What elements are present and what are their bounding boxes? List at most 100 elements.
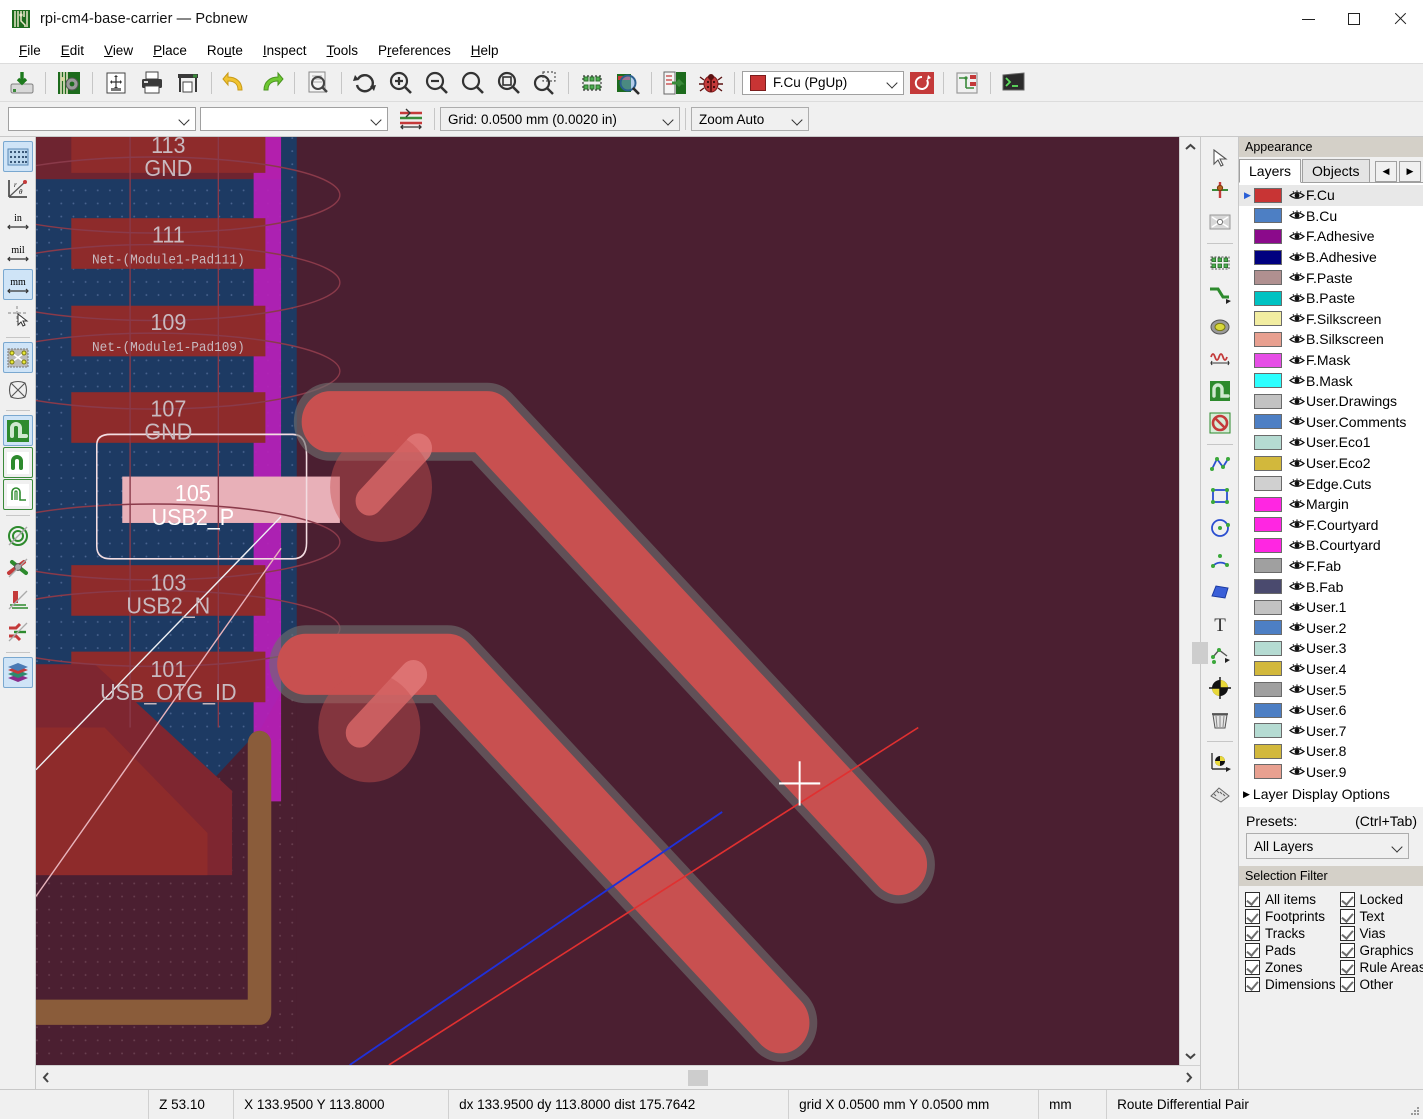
layer-color-swatch[interactable] (1254, 764, 1282, 780)
menu-route[interactable]: Route (197, 41, 253, 60)
menu-edit[interactable]: Edit (51, 41, 94, 60)
units-millimeters-icon[interactable]: mm (2, 269, 33, 300)
add-filled-zone-icon[interactable] (1205, 376, 1235, 406)
layer-expand-icon[interactable]: ▶ (1241, 190, 1254, 201)
pad-sketch-mode-icon[interactable] (3, 552, 33, 583)
filter-item-locked[interactable]: Locked (1339, 892, 1423, 908)
layer-row-user-7[interactable]: User.7 (1239, 720, 1423, 741)
layer-row-user-3[interactable]: User.3 (1239, 638, 1423, 659)
add-keepout-zone-icon[interactable] (1205, 408, 1235, 438)
layer-color-swatch[interactable] (1254, 249, 1282, 265)
layer-row-user-4[interactable]: User.4 (1239, 659, 1423, 680)
eye-icon[interactable] (1288, 663, 1306, 674)
layer-row-user-2[interactable]: User.2 (1239, 617, 1423, 638)
tab-layers[interactable]: Layers (1239, 159, 1302, 183)
highlight-net-icon[interactable] (1205, 207, 1235, 237)
layer-color-swatch[interactable] (1254, 620, 1282, 636)
set-origin-icon[interactable] (1205, 746, 1235, 776)
page-settings-icon[interactable] (99, 67, 133, 99)
menu-tools[interactable]: Tools (316, 41, 368, 60)
eye-icon[interactable] (1288, 416, 1306, 427)
maximize-button[interactable] (1331, 0, 1377, 38)
measure-tool-icon[interactable] (1205, 778, 1235, 808)
eye-icon[interactable] (1288, 519, 1306, 530)
layer-color-swatch[interactable] (1254, 352, 1282, 368)
filter-item-zones[interactable]: Zones (1245, 960, 1336, 976)
select-tool-icon[interactable] (1205, 143, 1235, 173)
scroll-down-icon[interactable] (1180, 1045, 1200, 1065)
layer-color-swatch[interactable] (1254, 434, 1282, 450)
layer-list[interactable]: ▶ F.Cu B.Cu F.Adhesive B.Adhesive F.Paste B.Pa… (1239, 183, 1423, 783)
checkbox[interactable] (1339, 943, 1355, 959)
filter-item-pads[interactable]: Pads (1245, 943, 1336, 959)
eye-icon[interactable] (1288, 437, 1306, 448)
checkbox[interactable] (1339, 909, 1355, 925)
show-ratsnest-icon[interactable] (2, 342, 33, 373)
layer-color-swatch[interactable] (1254, 599, 1282, 615)
layer-row-user-drawings[interactable]: User.Drawings (1239, 391, 1423, 412)
draw-polygon-icon[interactable] (1205, 577, 1235, 607)
tab-scroll-right-icon[interactable]: ▶ (1399, 161, 1421, 182)
layer-row-user-5[interactable]: User.5 (1239, 679, 1423, 700)
plot-icon[interactable] (171, 67, 205, 99)
save-board-icon[interactable] (5, 67, 39, 99)
menu-preferences[interactable]: Preferences (368, 41, 461, 60)
net-highlight-icon[interactable] (950, 67, 984, 99)
layer-color-swatch[interactable] (1254, 640, 1282, 656)
layer-color-swatch[interactable] (1254, 455, 1282, 471)
layer-color-swatch[interactable] (1254, 208, 1282, 224)
tab-scroll-left-icon[interactable]: ◀ (1375, 161, 1397, 182)
layer-row-b-paste[interactable]: B.Paste (1239, 288, 1423, 309)
scroll-right-icon[interactable] (1178, 1068, 1198, 1088)
layer-display-options-expander[interactable]: ▶ Layer Display Options (1239, 782, 1423, 808)
draw-rectangle-icon[interactable] (1205, 481, 1235, 511)
place-target-icon[interactable] (1205, 673, 1235, 703)
undo-icon[interactable] (218, 67, 252, 99)
eye-icon[interactable] (1288, 581, 1306, 592)
layer-row-f-adhesive[interactable]: F.Adhesive (1239, 226, 1423, 247)
add-dimension-icon[interactable] (1205, 641, 1235, 671)
eye-icon[interactable] (1288, 705, 1306, 716)
eye-icon[interactable] (1288, 540, 1306, 551)
zone-filled-icon[interactable] (3, 584, 33, 615)
zoom-area-icon[interactable] (528, 67, 562, 99)
track-filled-mode-icon[interactable] (2, 415, 33, 446)
delete-tool-icon[interactable] (1205, 705, 1235, 735)
layer-color-swatch[interactable] (1254, 558, 1282, 574)
eye-icon[interactable] (1288, 210, 1306, 221)
layer-color-swatch[interactable] (1254, 579, 1282, 595)
refresh-icon[interactable] (348, 67, 382, 99)
zoom-combo[interactable]: Zoom Auto (691, 107, 809, 131)
layer-color-swatch[interactable] (1254, 311, 1282, 327)
layer-row-b-courtyard[interactable]: B.Courtyard (1239, 535, 1423, 556)
filter-item-text[interactable]: Text (1339, 909, 1423, 925)
scroll-up-icon[interactable] (1180, 137, 1200, 157)
layer-row-user-6[interactable]: User.6 (1239, 700, 1423, 721)
eye-icon[interactable] (1288, 375, 1306, 386)
route-tracks-icon[interactable] (1205, 280, 1235, 310)
differential-pair-dimensions-icon[interactable] (394, 103, 428, 135)
layer-color-swatch[interactable] (1254, 414, 1282, 430)
scroll-left-icon[interactable] (36, 1068, 56, 1088)
track-outline-mode-icon[interactable] (2, 479, 33, 510)
layer-row-user-1[interactable]: User.1 (1239, 597, 1423, 618)
vscroll-thumb[interactable] (1192, 642, 1208, 664)
board-setup-icon[interactable] (52, 67, 86, 99)
layer-row-f-silkscreen[interactable]: F.Silkscreen (1239, 309, 1423, 330)
layer-row-f-fab[interactable]: F.Fab (1239, 556, 1423, 577)
eye-icon[interactable] (1288, 684, 1306, 695)
filter-item-footprints[interactable]: Footprints (1245, 909, 1336, 925)
toggle-grid-icon[interactable] (2, 141, 33, 172)
footprint-editor-icon[interactable] (575, 67, 609, 99)
zoom-objects-icon[interactable] (492, 67, 526, 99)
track-width-combo[interactable] (8, 107, 196, 131)
checkbox[interactable] (1245, 892, 1260, 908)
layer-color-swatch[interactable] (1254, 723, 1282, 739)
layer-row-user-8[interactable]: User.8 (1239, 741, 1423, 762)
footprint-checker-icon[interactable] (611, 67, 645, 99)
layer-row-f-cu[interactable]: ▶ F.Cu (1239, 185, 1423, 206)
menu-file[interactable]: File (9, 41, 51, 60)
layer-row-user-eco1[interactable]: User.Eco1 (1239, 432, 1423, 453)
filter-item-all-items[interactable]: All items (1245, 892, 1336, 908)
eye-icon[interactable] (1288, 725, 1306, 736)
